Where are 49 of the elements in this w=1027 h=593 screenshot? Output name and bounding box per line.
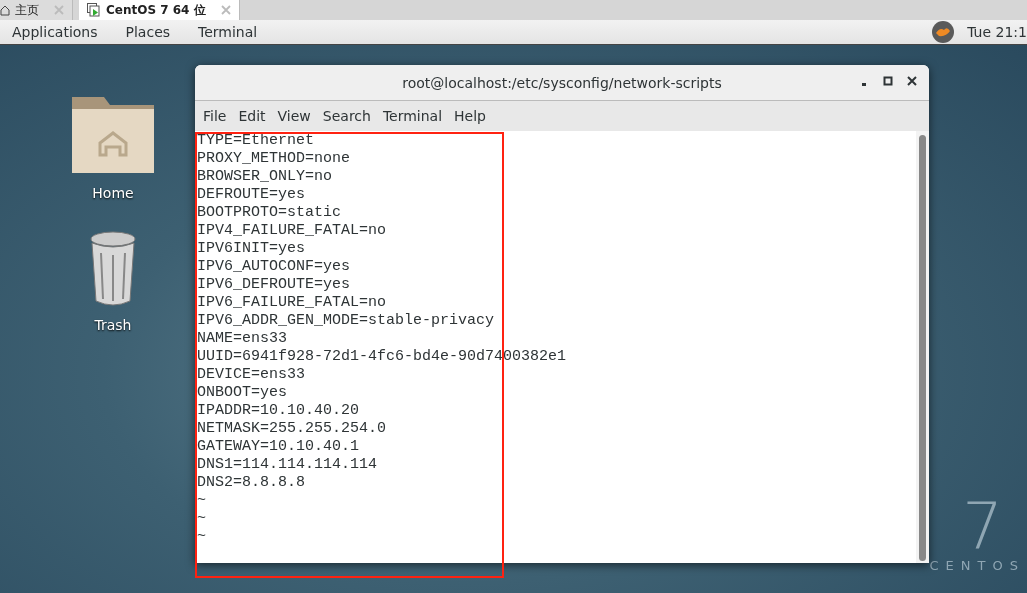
- menu-item[interactable]: Terminal: [376, 108, 449, 124]
- tab[interactable]: CentOS 7 64 位: [79, 0, 240, 20]
- menu-item[interactable]: Places: [125, 24, 171, 40]
- terminal-line: ~: [197, 492, 207, 510]
- terminal-line: DEVICE=ens33: [197, 366, 307, 384]
- trash-icon[interactable]: [89, 231, 137, 307]
- brand-name: CENTOS: [929, 558, 1025, 573]
- vm-icon: [87, 3, 101, 17]
- menu-item[interactable]: Edit: [232, 108, 272, 124]
- terminal-line: IPV4_FAILURE_FATAL=no: [197, 222, 388, 240]
- terminal-line: TYPE=Ethernet: [197, 132, 316, 150]
- terminal-line: ~: [197, 510, 207, 528]
- terminal-line: IPV6_DEFROUTE=yes: [197, 276, 352, 294]
- terminal-line: GATEWAY=10.10.40.1: [197, 438, 361, 456]
- menu-item[interactable]: View: [271, 108, 317, 124]
- terminal-line: IPV6_AUTOCONF=yes: [197, 258, 352, 276]
- terminal-line: NETMASK=255.255.254.0: [197, 420, 388, 438]
- window-title: root@localhost:/etc/sysconfig/network-scripts: [401, 74, 723, 91]
- terminal-line: IPV6_ADDR_GEN_MODE=stable-privacy: [197, 312, 496, 330]
- menu-item[interactable]: Help: [448, 108, 492, 124]
- icon-label: Trash: [94, 317, 132, 333]
- tab[interactable]: 主页: [0, 0, 73, 20]
- scrollbar[interactable]: [916, 131, 929, 563]
- tab-label: 主页: [15, 1, 39, 19]
- terminal-line: BROWSER_ONLY=no: [197, 168, 334, 186]
- terminal-line: DNS1=114.114.114.114: [197, 456, 379, 474]
- terminal-line: NAME=ens33: [197, 330, 288, 348]
- menu-item[interactable]: File: [197, 108, 233, 124]
- close-icon[interactable]: [907, 76, 917, 86]
- menu-item[interactable]: Terminal: [198, 24, 258, 40]
- tab-label: CentOS 7 64 位: [106, 1, 206, 19]
- menu-item[interactable]: Applications: [12, 24, 98, 40]
- terminal-line: PROXY_METHOD=none: [197, 150, 352, 168]
- clock[interactable]: Tue 21:1: [967, 24, 1027, 40]
- terminal-line: IPV6INIT=yes: [197, 240, 307, 258]
- icon-label: Home: [92, 185, 134, 201]
- terminal-line: ~: [197, 528, 207, 546]
- scrollbar-thumb[interactable]: [919, 135, 926, 561]
- terminal-line: BOOTPROTO=static: [197, 204, 343, 222]
- terminal-line: DNS2=8.8.8.8: [197, 474, 307, 492]
- terminal-line: DEFROUTE=yes: [197, 186, 307, 204]
- terminal-line: ONBOOT=yes: [197, 384, 288, 402]
- home-icon: [0, 4, 10, 16]
- terminal-line: IPV6_FAILURE_FATAL=no: [197, 294, 388, 312]
- menu-item[interactable]: Search: [316, 108, 377, 124]
- maximize-icon[interactable]: [883, 76, 893, 86]
- tray-icon[interactable]: [931, 21, 956, 43]
- terminal-line: IPADDR=10.10.40.20: [197, 402, 361, 420]
- version-number: 7: [962, 494, 1003, 558]
